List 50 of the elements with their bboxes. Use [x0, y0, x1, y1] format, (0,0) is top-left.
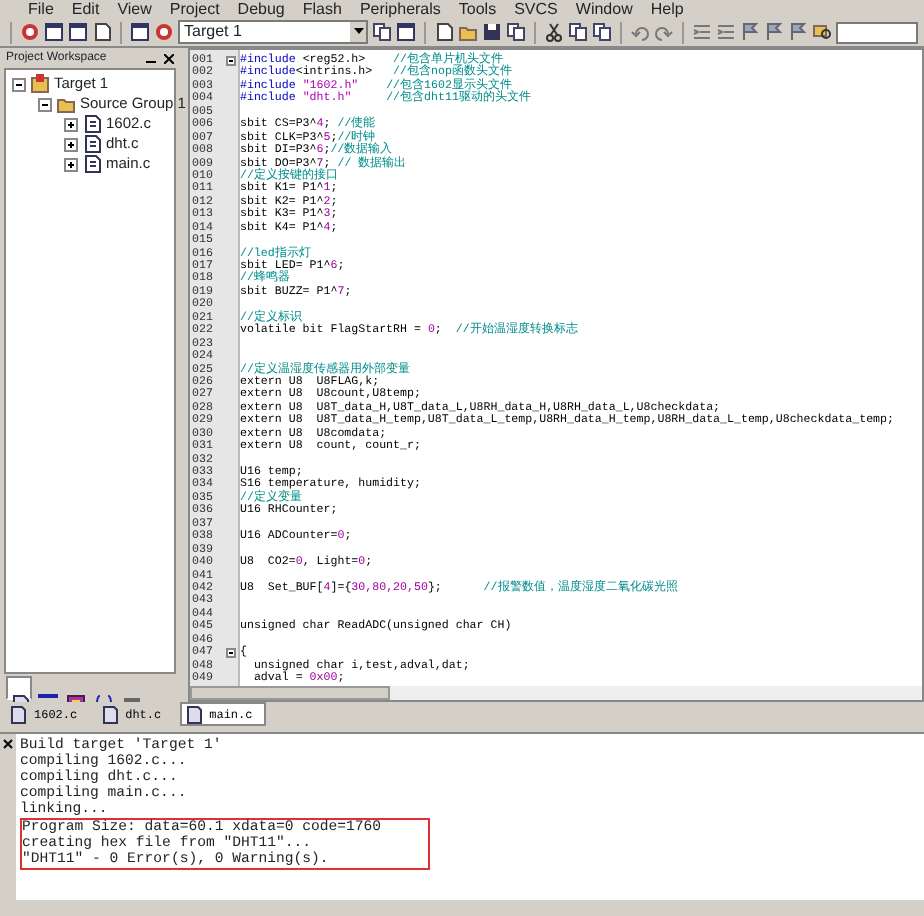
file-icon	[82, 154, 102, 174]
file-icon	[82, 134, 102, 154]
indent-icon[interactable]	[692, 22, 712, 42]
compile-icon[interactable]	[20, 22, 40, 42]
target-dropdown[interactable]: Target 1	[178, 20, 368, 44]
code-editor[interactable]	[190, 50, 922, 686]
collapse-icon[interactable]	[226, 647, 236, 658]
workspace-tab[interactable]	[6, 676, 32, 700]
new-file-icon[interactable]	[434, 22, 454, 42]
document-icon	[101, 705, 118, 723]
collapse-icon[interactable]	[226, 55, 236, 66]
caret-icon	[353, 27, 363, 34]
close-icon[interactable]	[164, 53, 174, 63]
find-icon[interactable]	[812, 22, 832, 42]
horizontal-scrollbar[interactable]	[190, 686, 922, 700]
expand-icon[interactable]	[64, 157, 78, 171]
expand-icon[interactable]	[64, 137, 78, 151]
search-field[interactable]	[836, 21, 918, 43]
close-icon[interactable]	[2, 738, 14, 750]
window-icon[interactable]	[44, 22, 64, 42]
menu-item[interactable]: Flash	[302, 0, 342, 18]
folder-icon	[56, 94, 76, 114]
window-icon[interactable]	[130, 22, 150, 42]
target-icon	[30, 74, 50, 94]
menu-item[interactable]: Tools	[458, 0, 497, 18]
file-icon	[82, 114, 102, 134]
window-icon[interactable]	[68, 22, 88, 42]
menu-item[interactable]: Edit	[71, 0, 100, 18]
scissors-icon[interactable]	[544, 22, 564, 42]
new-file-icon[interactable]	[92, 22, 112, 42]
document-icon	[185, 705, 202, 723]
copy-icon[interactable]	[372, 22, 392, 42]
menu-item[interactable]: Help	[650, 0, 684, 18]
menu-item[interactable]: View	[117, 0, 152, 18]
copy-icon[interactable]	[506, 22, 526, 42]
indent-icon[interactable]	[716, 22, 736, 42]
menu-item[interactable]: SVCS	[514, 0, 558, 18]
save-icon[interactable]	[482, 22, 502, 42]
expand-icon[interactable]	[64, 117, 78, 131]
window-icon[interactable]	[396, 22, 416, 42]
menu-item[interactable]: File	[28, 0, 54, 18]
compile-icon[interactable]	[154, 22, 174, 42]
menu-item[interactable]: Window	[575, 0, 633, 18]
undo-icon[interactable]	[630, 22, 650, 42]
collapse-icon[interactable]	[38, 97, 52, 111]
menu-item[interactable]: Project	[169, 0, 220, 18]
redo-icon[interactable]	[654, 22, 674, 42]
menu-item[interactable]: Peripherals	[359, 0, 441, 18]
collapse-icon[interactable]	[12, 77, 26, 91]
menu-item[interactable]: Debug	[237, 0, 285, 18]
